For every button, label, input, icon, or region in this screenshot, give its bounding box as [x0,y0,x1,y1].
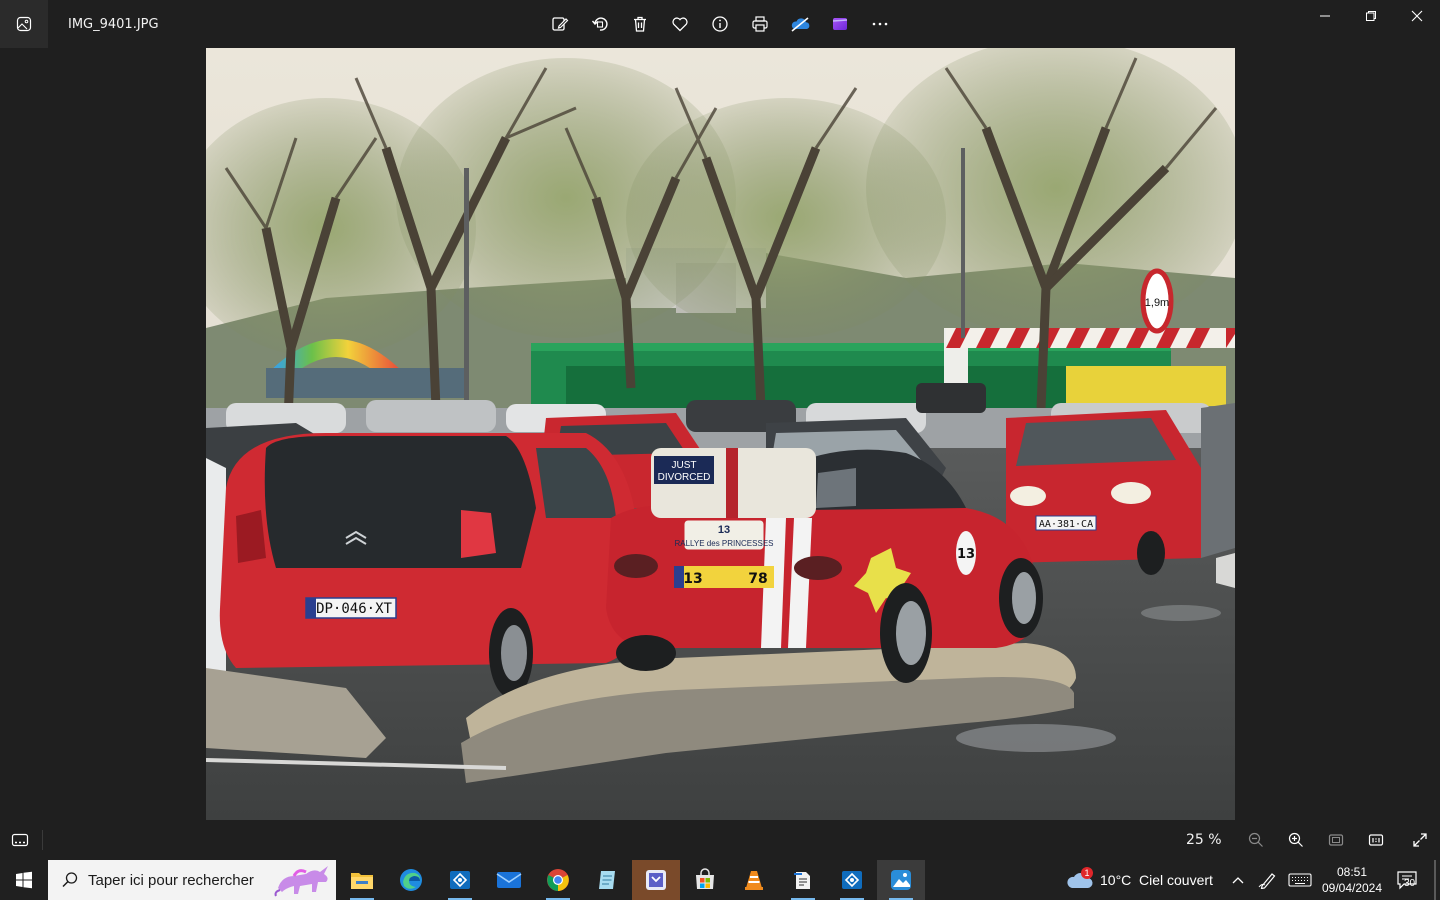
taskbar-documents[interactable] [779,860,827,900]
delete-icon[interactable] [620,4,660,44]
actual-size-button[interactable] [1356,820,1396,860]
actual-size-icon [1368,834,1384,846]
weather-temperature[interactable]: 10°C [1100,872,1131,888]
taskbar-notes[interactable] [583,860,631,900]
rotate-icon[interactable] [580,4,620,44]
notes-app-icon [599,871,615,889]
screen-tool-icon [646,870,666,890]
documents-icon [794,872,810,889]
search-placeholder: Taper ici pour rechercher [88,872,254,889]
onedrive-icon[interactable] [780,4,820,44]
settings-app-icon [450,871,470,889]
taskbar-app-blue-2[interactable] [828,860,876,900]
search-icon [62,872,78,888]
photos-icon [891,870,911,890]
mail-icon [496,872,522,888]
zoom-level[interactable]: 25 % [1186,832,1222,848]
show-desktop-button[interactable] [1434,860,1436,900]
zoom-in-button[interactable] [1276,820,1316,860]
fit-to-window-button[interactable] [1316,820,1356,860]
taskbar-search-box[interactable]: Taper ici pour rechercher [48,860,336,900]
maximize-icon [1366,11,1376,21]
renault-plate: AA·381·CA [1039,519,1093,530]
info-icon[interactable] [700,4,740,44]
folder-icon [351,873,373,889]
zoom-in-icon [1288,832,1303,847]
touch-keyboard-button[interactable] [1288,872,1312,893]
full-screen-icon [1413,833,1427,847]
pen-icon [1258,873,1276,890]
viewer-bottom-bar: 25 % [0,820,1440,860]
rallye-number: 13 [718,524,730,536]
edit-icon[interactable] [540,4,580,44]
weather-condition[interactable]: Ciel couvert [1139,872,1213,888]
taskbar-photos[interactable] [877,860,925,900]
zoom-out-button[interactable] [1236,820,1276,860]
full-screen-button[interactable] [1400,820,1440,860]
mazda-plate-suffix: 78 [748,571,767,587]
vlc-icon [745,871,763,890]
rallye-text: RALLYE des PRINCESSES [674,539,773,548]
sticker-just: JUST [672,460,697,471]
clock-time: 08:51 [1336,865,1368,879]
taskbar-clock[interactable]: 08:51 09/04/2024 [1318,864,1386,896]
file-name: IMG_9401.JPG [68,17,159,32]
windows-logo-icon [16,871,32,889]
keyboard-icon [1288,873,1312,887]
mazda-plate-number: 13 [683,571,702,587]
edge-icon [400,869,422,891]
chrome-icon [547,869,569,891]
notification-count: 30 [1404,878,1416,889]
sticker-divorced: DIVORCED [658,472,711,483]
divider [42,830,43,850]
taskbar-chrome[interactable] [534,860,582,900]
minimize-button[interactable] [1302,0,1348,32]
start-button[interactable] [0,860,48,900]
favorite-icon[interactable] [660,4,700,44]
title-bar: IMG_9401.JPG [0,0,1440,48]
taskbar-store[interactable] [681,860,729,900]
taskbar-vlc[interactable] [730,860,778,900]
photo-image[interactable]: 1,9m AA·381·CA DP·046·XT JUST DIVORCED 1… [206,48,1235,820]
store-icon [696,868,714,889]
maximize-button[interactable] [1348,0,1394,32]
filmstrip-toggle-button[interactable] [0,820,40,860]
clock-date: 09/04/2024 [1321,881,1383,895]
clipchamp-icon[interactable] [820,4,860,44]
taskbar-edge[interactable] [387,860,435,900]
windows-taskbar: Taper ici pour rechercher 1 10°C Ciel co… [0,860,1440,900]
citroen-plate: DP·046·XT [316,601,392,617]
photos-app-icon[interactable] [0,0,48,48]
close-button[interactable] [1394,0,1440,32]
weather-alert-badge: 1 [1081,867,1093,879]
pen-menu-button[interactable] [1258,871,1278,894]
chevron-up-icon [1232,877,1244,884]
fit-window-icon [1328,834,1344,846]
height-sign-text: 1,9m [1145,297,1169,309]
zoom-out-icon [1248,832,1263,847]
show-hidden-icons-button[interactable] [1230,872,1246,893]
photo-toolbar [540,4,900,44]
filmstrip-icon [11,833,29,847]
taskbar-app-orange[interactable] [632,860,680,900]
minimize-icon [1320,15,1330,17]
taskbar-file-explorer[interactable] [338,860,386,900]
more-icon[interactable] [860,4,900,44]
unicorn-search-highlight-icon [274,866,328,897]
taskbar-mail[interactable] [485,860,533,900]
taskbar-app-blue[interactable] [436,860,484,900]
print-icon[interactable] [740,4,780,44]
race-number: 13 [957,547,975,562]
close-icon [1411,10,1423,22]
settings-app-icon-2 [842,871,862,889]
